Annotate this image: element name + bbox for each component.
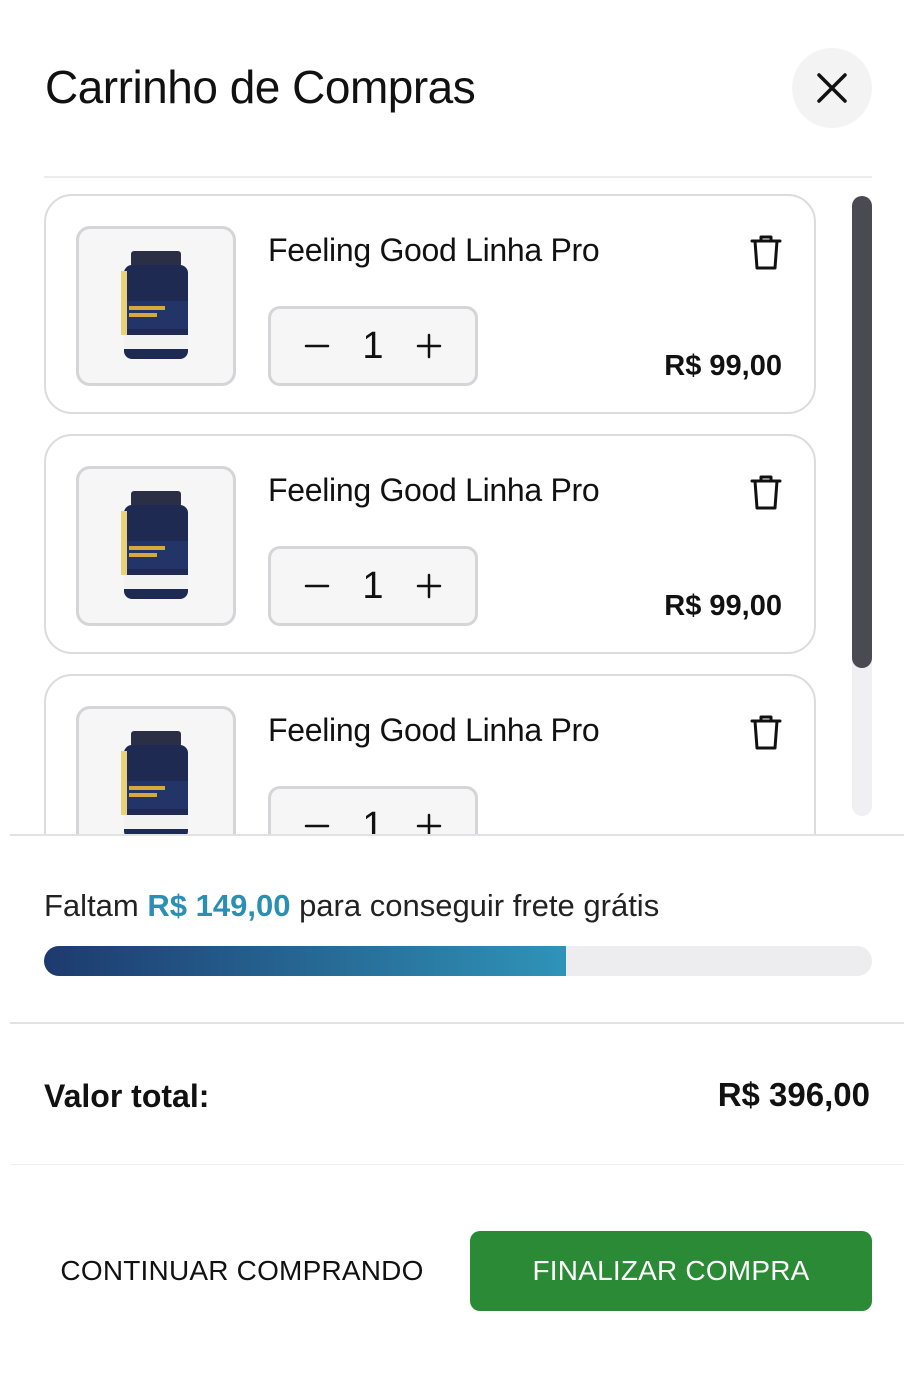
minus-icon [304,824,330,828]
plus-icon [416,813,442,834]
decrease-quantity-button[interactable] [301,570,333,602]
product-image [76,226,236,386]
remove-item-button[interactable] [746,712,786,752]
product-name: Feeling Good Linha Pro [268,472,600,508]
trash-icon [750,235,782,270]
trash-icon [750,715,782,750]
quantity-value: 1 [362,324,384,367]
supplement-bottle-icon [121,491,188,599]
page-title: Carrinho de Compras [45,61,476,113]
minus-icon [304,584,330,588]
product-image [76,706,236,834]
plus-icon [416,573,442,599]
checkout-button[interactable]: FINALIZAR COMPRA [470,1231,872,1311]
free-shipping-message: Faltam R$ 149,00 para conseguir frete gr… [44,888,659,924]
product-name: Feeling Good Linha Pro [268,712,600,748]
total-label: Valor total: [44,1078,210,1114]
continue-shopping-button[interactable]: CONTINUAR COMPRANDO [44,1231,440,1311]
item-price: R$ 99,00 [664,350,782,382]
shipping-prefix: Faltam [44,888,139,923]
decrease-quantity-button[interactable] [301,810,333,834]
plus-icon [416,333,442,359]
product-name: Feeling Good Linha Pro [268,232,600,268]
supplement-bottle-icon [121,251,188,359]
total-value: R$ 396,00 [717,1076,870,1113]
divider [10,1022,904,1024]
divider [10,834,904,836]
free-shipping-progress-bar [44,946,872,976]
trash-icon [750,475,782,510]
increase-quantity-button[interactable] [413,330,445,362]
quantity-value: 1 [362,564,384,607]
shipping-suffix: para conseguir frete grátis [299,888,660,923]
progress-fill [44,946,566,976]
scrollbar-thumb[interactable] [852,196,872,668]
supplement-bottle-icon [121,731,188,834]
product-image [76,466,236,626]
cart-item: Feeling Good Linha Pro 1 R$ 99,00 [44,194,816,414]
cart-drawer: Carrinho de Compras Feeling Good Linha P… [10,0,904,1379]
quantity-stepper: 1 [268,786,478,834]
quantity-value: 1 [362,804,384,835]
remove-item-button[interactable] [746,472,786,512]
quantity-stepper: 1 [268,306,478,386]
cart-item: Feeling Good Linha Pro 1 [44,674,816,834]
cart-items-list[interactable]: Feeling Good Linha Pro 1 R$ 99,00 Feelin… [10,178,904,834]
decrease-quantity-button[interactable] [301,330,333,362]
shipping-remaining-amount: R$ 149,00 [147,888,291,923]
quantity-stepper: 1 [268,546,478,626]
scrollbar[interactable] [852,196,872,816]
cart-item: Feeling Good Linha Pro 1 R$ 99,00 [44,434,816,654]
minus-icon [304,344,330,348]
close-icon [817,73,847,103]
cart-footer: CONTINUAR COMPRANDO FINALIZAR COMPRA [10,1164,904,1379]
increase-quantity-button[interactable] [413,810,445,834]
close-button[interactable] [792,48,872,128]
cart-header: Carrinho de Compras [10,0,904,178]
item-price: R$ 99,00 [664,590,782,622]
increase-quantity-button[interactable] [413,570,445,602]
remove-item-button[interactable] [746,232,786,272]
